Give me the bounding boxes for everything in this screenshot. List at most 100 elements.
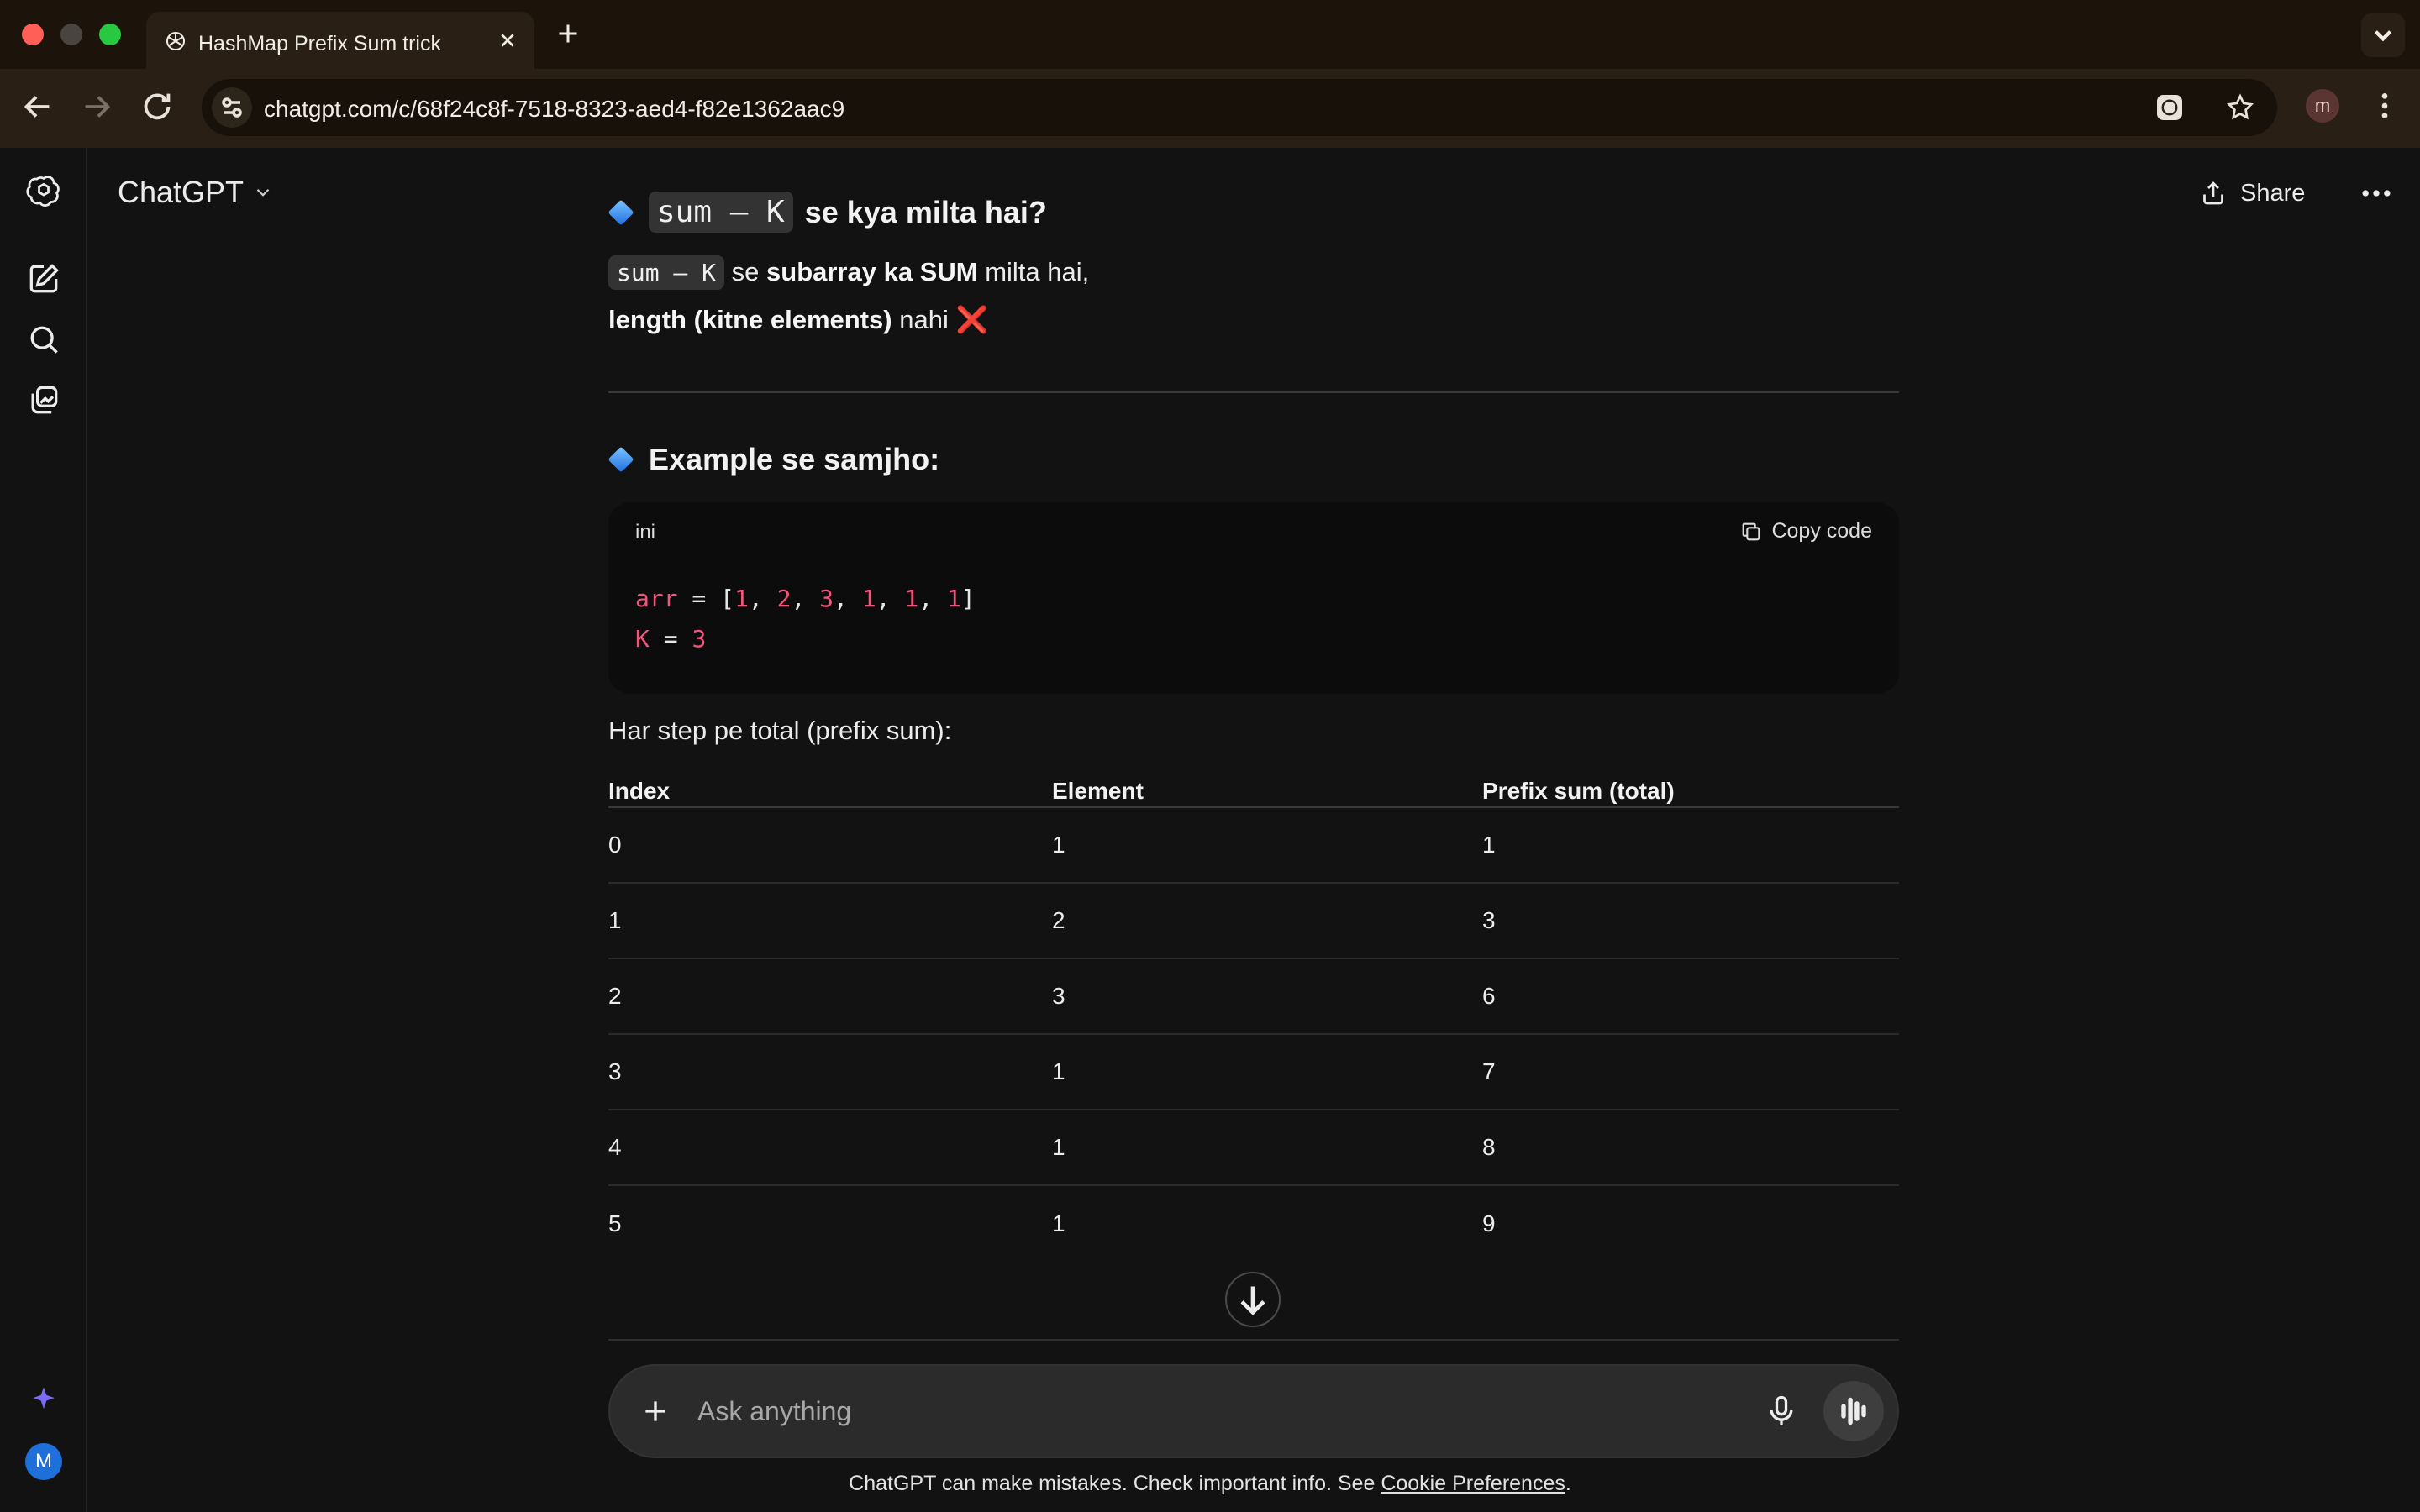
attach-plus-icon[interactable] — [639, 1394, 672, 1428]
browser-toolbar: chatgpt.com/c/68f24c8f-7518-8323-aed4-f8… — [0, 69, 2420, 148]
table-cell: 5 — [608, 1210, 622, 1236]
column-header: Prefix sum (total) — [1482, 778, 1675, 804]
table-cell: 1 — [1482, 832, 1496, 858]
table-cell: 1 — [608, 907, 622, 933]
copy-code-button[interactable]: Copy code — [1739, 519, 1872, 543]
chatgpt-app: M ChatGPT Share sum – K se kya milta hai… — [0, 148, 2420, 1512]
openai-logo-icon — [166, 32, 185, 50]
table-cell: 9 — [1482, 1210, 1496, 1236]
browser-tab-bar: HashMap Prefix Sum trick — [0, 0, 2420, 69]
table-cell: 1 — [1052, 1058, 1065, 1084]
microphone-icon[interactable] — [1763, 1393, 1800, 1430]
new-chat-icon[interactable] — [25, 260, 62, 297]
section-heading-example: Example se samjho: — [608, 442, 939, 477]
composer-divider — [608, 1339, 1899, 1341]
text: se — [731, 257, 760, 286]
table-header: Index Element Prefix sum (total) — [608, 766, 1899, 808]
search-icon[interactable] — [25, 321, 62, 358]
code-language-label: ini — [635, 521, 656, 543]
table-cell: 8 — [1482, 1134, 1496, 1160]
table-cell: 3 — [608, 1058, 622, 1084]
code-block: ini Copy code arr = [1, 2, 3, 1, 1, 1] K… — [608, 502, 1899, 694]
table-row: 0 1 1 — [608, 808, 1899, 884]
divider — [608, 391, 1899, 393]
table-cell: 7 — [1482, 1058, 1496, 1084]
table-cell: 2 — [608, 983, 622, 1009]
site-info-button[interactable] — [212, 87, 252, 128]
app-title: ChatGPT — [118, 175, 245, 209]
table-row: 2 3 6 — [608, 959, 1899, 1035]
conversation-content: sum – K se kya milta hai? sum – K se sub… — [608, 148, 1899, 1336]
footer-disclaimer: ChatGPT can make mistakes. Check importa… — [0, 1472, 2420, 1496]
window-minimize-button[interactable] — [60, 24, 82, 45]
code-line-1: arr = [1, 2, 3, 1, 1, 1] — [635, 585, 976, 612]
cross-mark-icon: ❌ — [955, 305, 989, 334]
address-bar[interactable]: chatgpt.com/c/68f24c8f-7518-8323-aed4-f8… — [202, 79, 2277, 136]
tab-search-button[interactable] — [2361, 13, 2405, 57]
back-arrow-icon[interactable] — [18, 87, 57, 126]
cookie-preferences-link[interactable]: Cookie Preferences — [1381, 1472, 1565, 1495]
table-cell: 2 — [1052, 907, 1065, 933]
table-row: 1 2 3 — [608, 884, 1899, 959]
table-cell: 3 — [1052, 983, 1065, 1009]
table-cell: 1 — [1052, 1134, 1065, 1160]
chevron-down-icon — [2374, 30, 2392, 42]
window-maximize-button[interactable] — [99, 24, 121, 45]
blue-diamond-icon — [608, 198, 634, 226]
bookmark-star-icon[interactable] — [2225, 92, 2255, 123]
share-label: Share — [2240, 179, 2306, 207]
disclaimer-end: . — [1565, 1472, 1571, 1495]
browser-menu-icon[interactable] — [2368, 89, 2402, 123]
copy-code-label: Copy code — [1771, 519, 1872, 543]
table-cell: 1 — [1052, 832, 1065, 858]
paragraph-line-1: sum – K se subarray ka SUM milta hai, — [608, 255, 1090, 290]
table-cell: 1 — [1052, 1210, 1065, 1236]
bold-text: subarray ka SUM — [766, 257, 978, 286]
table-row: 5 1 9 — [608, 1186, 1899, 1262]
forward-arrow-icon[interactable] — [77, 87, 116, 126]
browser-tab-active[interactable]: HashMap Prefix Sum trick — [146, 12, 534, 69]
browser-profile-avatar[interactable]: m — [2306, 89, 2339, 123]
url-text[interactable]: chatgpt.com/c/68f24c8f-7518-8323-aed4-f8… — [264, 96, 844, 123]
table-row: 3 1 7 — [608, 1035, 1899, 1110]
tab-title: HashMap Prefix Sum trick — [198, 32, 441, 55]
inline-code: sum – K — [649, 192, 793, 233]
bold-text: length (kitne elements) — [608, 305, 892, 334]
copy-icon — [1743, 522, 1760, 540]
code-line-2: K = 3 — [635, 625, 707, 653]
sparkle-icon[interactable] — [25, 1381, 62, 1418]
column-header: Element — [1052, 778, 1144, 804]
library-icon[interactable] — [25, 381, 62, 418]
table-cell: 3 — [1482, 907, 1496, 933]
table-cell: 0 — [608, 832, 622, 858]
chevron-down-icon — [256, 188, 270, 197]
arrow-down-icon — [1240, 1286, 1265, 1315]
scroll-to-bottom-button[interactable] — [1225, 1272, 1281, 1327]
window-close-button[interactable] — [22, 24, 44, 45]
table-cell: 6 — [1482, 983, 1496, 1009]
prefix-sum-table: Index Element Prefix sum (total) 0 1 1 1… — [608, 766, 1899, 1262]
heading-text: Example se samjho: — [649, 442, 940, 476]
openai-logo-icon[interactable] — [25, 173, 62, 210]
model-selector[interactable]: ChatGPT — [118, 175, 274, 210]
more-options-icon[interactable] — [2358, 175, 2395, 212]
section-heading-sum-minus-k: sum – K se kya milta hai? — [608, 192, 1047, 233]
table-cell: 4 — [608, 1134, 622, 1160]
chatgpt-extension-icon[interactable] — [2154, 92, 2185, 123]
reload-icon[interactable] — [138, 87, 176, 126]
waveform-icon — [1841, 1397, 1866, 1425]
new-tab-icon[interactable] — [553, 18, 583, 49]
prompt-input[interactable] — [697, 1388, 1622, 1435]
inline-code: sum – K — [608, 255, 725, 290]
text: milta hai, — [985, 257, 1090, 286]
share-button[interactable]: Share — [2198, 171, 2305, 215]
heading-text: se kya milta hai? — [804, 194, 1047, 229]
voice-mode-button[interactable] — [1823, 1381, 1884, 1441]
tune-icon — [222, 97, 242, 118]
blue-diamond-icon — [608, 446, 634, 473]
disclaimer-text: ChatGPT can make mistakes. Check importa… — [849, 1472, 1376, 1495]
close-tab-icon[interactable] — [494, 27, 521, 54]
text: nahi — [899, 305, 949, 334]
table-row: 4 1 8 — [608, 1110, 1899, 1186]
sidebar-rail: M — [0, 148, 87, 1512]
